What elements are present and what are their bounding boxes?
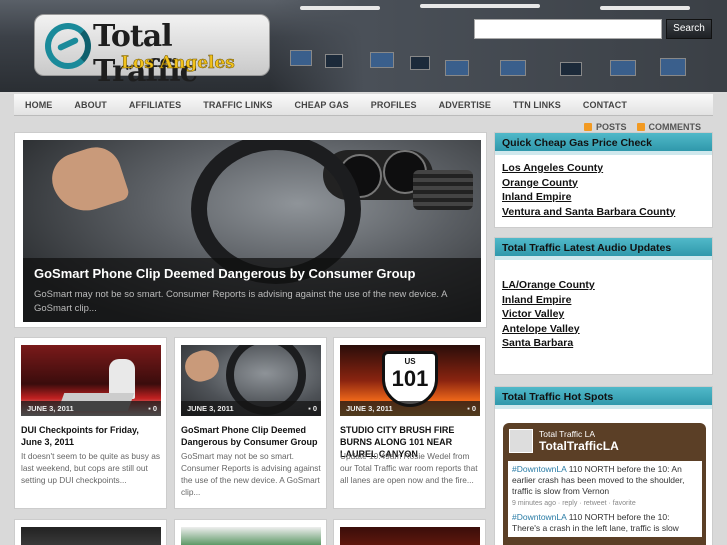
post-excerpt: It doesn't seem to be quite as busy as l… bbox=[21, 451, 161, 485]
driver-hand bbox=[181, 346, 223, 386]
audio-link-antelope-valley[interactable]: Antelope Valley bbox=[502, 322, 705, 337]
audio-link-la-orange[interactable]: LA/Orange County bbox=[502, 278, 705, 293]
search-input[interactable] bbox=[474, 19, 662, 39]
feed-links: POSTS COMMENTS bbox=[583, 122, 702, 132]
comment-count-value: 0 bbox=[312, 404, 317, 413]
hot-spots-widget: Total Traffic Hot Spots Total Traffic LA… bbox=[494, 386, 713, 545]
tweet-hashtag[interactable]: #DowntownLA bbox=[512, 512, 566, 522]
us-101-sign-icon: US 101 bbox=[382, 351, 438, 407]
monitor bbox=[290, 50, 312, 66]
logo-subtitle: Los Angeles bbox=[121, 53, 235, 74]
posts-feed-label: POSTS bbox=[595, 122, 627, 132]
ceiling-light bbox=[420, 4, 540, 8]
widget-title: Quick Cheap Gas Price Check bbox=[495, 133, 712, 155]
sign-number: 101 bbox=[391, 366, 429, 391]
logo-mark-icon bbox=[45, 23, 91, 69]
nav-home[interactable]: HOME bbox=[14, 94, 63, 115]
widget-title: Total Traffic Hot Spots bbox=[495, 387, 712, 409]
monitor bbox=[370, 52, 394, 68]
post-thumbnail[interactable] bbox=[181, 527, 321, 545]
monitor bbox=[660, 58, 686, 76]
gas-price-widget: Quick Cheap Gas Price Check Los Angeles … bbox=[494, 132, 713, 228]
monitor bbox=[325, 54, 343, 68]
ceiling-light bbox=[300, 6, 380, 10]
account-name: Total Traffic LA bbox=[539, 429, 596, 439]
search-button[interactable]: Search bbox=[666, 19, 712, 39]
driver-hand bbox=[45, 140, 131, 220]
site-logo[interactable]: Total Traffic Los Angeles bbox=[34, 14, 270, 89]
featured-title[interactable]: GoSmart Phone Clip Deemed Dangerous by C… bbox=[34, 266, 415, 281]
featured-post: GoSmart Phone Clip Deemed Dangerous by C… bbox=[14, 132, 487, 328]
tweet-actions[interactable]: 9 minutes ago · reply · retweet · favori… bbox=[512, 500, 636, 507]
post-meta: JUNE 3, 2011 ▪ 0 bbox=[181, 401, 321, 416]
nav-advertise[interactable]: ADVERTISE bbox=[428, 94, 502, 115]
tweet-hashtag[interactable]: #DowntownLA bbox=[512, 464, 566, 474]
rss-icon bbox=[636, 123, 645, 131]
widget-title: Total Traffic Latest Audio Updates bbox=[495, 238, 712, 260]
comments-feed-label: COMMENTS bbox=[648, 122, 702, 132]
gas-link-ventura-santa-barbara[interactable]: Ventura and Santa Barbara County bbox=[502, 205, 705, 220]
post-meta: JUNE 3, 2011 ▪ 0 bbox=[340, 401, 480, 416]
monitor bbox=[410, 56, 430, 70]
post-excerpt: Update 10:49am Rosie Wedel from our Tota… bbox=[340, 451, 478, 485]
account-handle[interactable]: TotalTrafficLA bbox=[539, 439, 619, 453]
comment-count[interactable]: ▪ 0 bbox=[308, 401, 317, 416]
audio-updates-widget: Total Traffic Latest Audio Updates LA/Or… bbox=[494, 237, 713, 375]
post-thumbnail[interactable] bbox=[21, 527, 161, 545]
main-nav: HOME ABOUT AFFILIATES TRAFFIC LINKS CHEA… bbox=[14, 94, 713, 116]
post-title[interactable]: GoSmart Phone Clip Deemed Dangerous by C… bbox=[181, 424, 321, 448]
monitor bbox=[610, 60, 636, 76]
comment-count-value: 0 bbox=[152, 404, 157, 413]
audio-link-inland-empire[interactable]: Inland Empire bbox=[502, 293, 705, 308]
post-card bbox=[14, 519, 167, 545]
post-card: JUNE 3, 2011 ▪ 0 GoSmart Phone Clip Deem… bbox=[174, 337, 327, 509]
posts-feed-link[interactable]: POSTS bbox=[583, 122, 627, 132]
comment-count[interactable]: ▪ 0 bbox=[148, 401, 157, 416]
post-card bbox=[333, 519, 486, 545]
air-vent bbox=[413, 170, 473, 210]
nav-ttn-links[interactable]: TTN LINKS bbox=[502, 94, 572, 115]
tweet: #DowntownLA 110 NORTH before the 10: An … bbox=[508, 461, 702, 512]
post-card bbox=[174, 519, 327, 545]
audio-link-list: LA/Orange County Inland Empire Victor Va… bbox=[495, 260, 712, 357]
tweet: #DowntownLA 110 NORTH before the 10: The… bbox=[508, 509, 702, 537]
post-date: JUNE 3, 2011 bbox=[27, 404, 74, 413]
post-date: JUNE 3, 2011 bbox=[187, 404, 234, 413]
comment-count[interactable]: ▪ 0 bbox=[467, 401, 476, 416]
comments-feed-link[interactable]: COMMENTS bbox=[636, 122, 702, 132]
nav-contact[interactable]: CONTACT bbox=[572, 94, 638, 115]
gas-link-list: Los Angeles County Orange County Inland … bbox=[495, 155, 712, 225]
post-card: JUNE 3, 2011 ▪ 0 DUI Checkpoints for Fri… bbox=[14, 337, 167, 509]
audio-link-victor-valley[interactable]: Victor Valley bbox=[502, 307, 705, 322]
featured-caption: GoSmart Phone Clip Deemed Dangerous by C… bbox=[23, 258, 481, 322]
header-photo bbox=[270, 0, 727, 92]
featured-excerpt: GoSmart may not be so smart. Consumer Re… bbox=[34, 289, 447, 314]
nav-affiliates[interactable]: AFFILIATES bbox=[118, 94, 192, 115]
monitor bbox=[560, 62, 582, 76]
gas-link-orange[interactable]: Orange County bbox=[502, 176, 705, 191]
comment-count-value: 0 bbox=[471, 404, 476, 413]
ceiling-light bbox=[600, 6, 690, 10]
nav-profiles[interactable]: PROFILES bbox=[360, 94, 428, 115]
monitor bbox=[500, 60, 526, 76]
account-avatar[interactable] bbox=[509, 429, 533, 453]
post-meta: JUNE 3, 2011 ▪ 0 bbox=[21, 401, 161, 416]
monitor bbox=[445, 60, 469, 76]
rss-icon bbox=[583, 123, 592, 131]
gas-link-los-angeles[interactable]: Los Angeles County bbox=[502, 161, 705, 176]
post-title[interactable]: DUI Checkpoints for Friday, June 3, 2011 bbox=[21, 424, 161, 448]
post-card: US 101 JUNE 3, 2011 ▪ 0 STUDIO CITY BRUS… bbox=[333, 337, 486, 509]
twitter-feed: Total Traffic LA TotalTrafficLA #Downtow… bbox=[503, 423, 706, 545]
site-header: Total Traffic Los Angeles Search bbox=[0, 0, 727, 92]
post-date: JUNE 3, 2011 bbox=[346, 404, 393, 413]
post-excerpt: GoSmart may not be so smart. Consumer Re… bbox=[181, 451, 321, 497]
audio-link-santa-barbara[interactable]: Santa Barbara bbox=[502, 336, 705, 351]
nav-traffic-links[interactable]: TRAFFIC LINKS bbox=[192, 94, 283, 115]
gas-link-inland-empire[interactable]: Inland Empire bbox=[502, 190, 705, 205]
nav-cheap-gas[interactable]: CHEAP GAS bbox=[284, 94, 360, 115]
nav-about[interactable]: ABOUT bbox=[63, 94, 118, 115]
post-thumbnail[interactable] bbox=[340, 527, 480, 545]
